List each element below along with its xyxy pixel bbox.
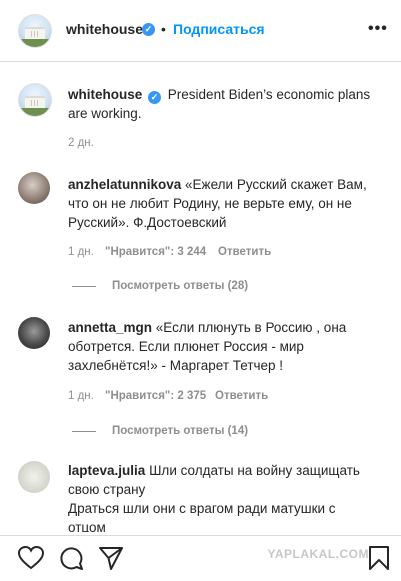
view-replies-line <box>72 431 96 432</box>
header-username[interactable]: whitehouse <box>66 21 143 37</box>
comment-text-line: свою страну <box>68 482 146 497</box>
comment-avatar[interactable] <box>18 172 50 204</box>
comment-text-line: Шли солдаты на войну защищать <box>149 463 360 478</box>
comment-text-line: отцом <box>68 520 106 532</box>
share-icon[interactable] <box>98 545 124 571</box>
comment-time: 1 дн. <box>68 246 94 258</box>
comment-username[interactable]: anzhelatunnikova <box>68 177 181 192</box>
heart-icon[interactable] <box>18 546 44 570</box>
caption: whitehouse ✓ President Biden’s economic … <box>68 85 393 123</box>
action-bar: YAPLAKAL.COM <box>0 535 401 581</box>
comment-username[interactable]: lapteva.julia <box>68 463 145 478</box>
verified-icon: ✓ <box>142 23 155 36</box>
follow-button[interactable]: Подписаться <box>173 21 265 37</box>
view-replies-button[interactable]: Посмотреть ответы (28) <box>112 280 248 292</box>
comment-text-line: Драться шли они с врагом ради матушки с <box>68 501 336 516</box>
comment-2: annetta_mgn «Если плюнуть в Россию , она… <box>68 318 373 375</box>
more-options-icon[interactable]: ••• <box>368 20 388 38</box>
separator-dot: • <box>161 21 166 37</box>
bookmark-icon[interactable] <box>368 545 390 571</box>
verified-icon: ✓ <box>148 91 162 104</box>
watermark: YAPLAKAL.COM <box>267 547 369 561</box>
view-replies-button[interactable]: Посмотреть ответы (14) <box>112 425 248 437</box>
caption-username[interactable]: whitehouse <box>68 87 142 102</box>
caption-avatar[interactable] <box>18 83 52 117</box>
whitehouse-avatar[interactable] <box>18 14 52 48</box>
comment-1: anzhelatunnikova «Ежели Русский скажет В… <box>68 175 368 232</box>
comment-likes[interactable]: "Нравится": 3 244 <box>105 246 206 258</box>
reply-button[interactable]: Ответить <box>215 390 268 402</box>
comment-likes[interactable]: "Нравится": 2 375 <box>105 390 206 402</box>
comments-section[interactable]: whitehouse ✓ President Biden’s economic … <box>0 62 401 532</box>
post-header: whitehouse ✓ • Подписаться ••• <box>0 0 401 62</box>
comment-avatar[interactable] <box>18 317 50 349</box>
comment-3: lapteva.julia Шли солдаты на войну защищ… <box>68 461 388 532</box>
comment-username[interactable]: annetta_mgn <box>68 320 152 335</box>
view-replies-line <box>72 286 96 287</box>
comment-icon[interactable] <box>58 545 84 571</box>
caption-time: 2 дн. <box>68 137 94 149</box>
comment-avatar[interactable] <box>18 461 50 493</box>
reply-button[interactable]: Ответить <box>218 246 271 258</box>
comment-time: 1 дн. <box>68 390 94 402</box>
